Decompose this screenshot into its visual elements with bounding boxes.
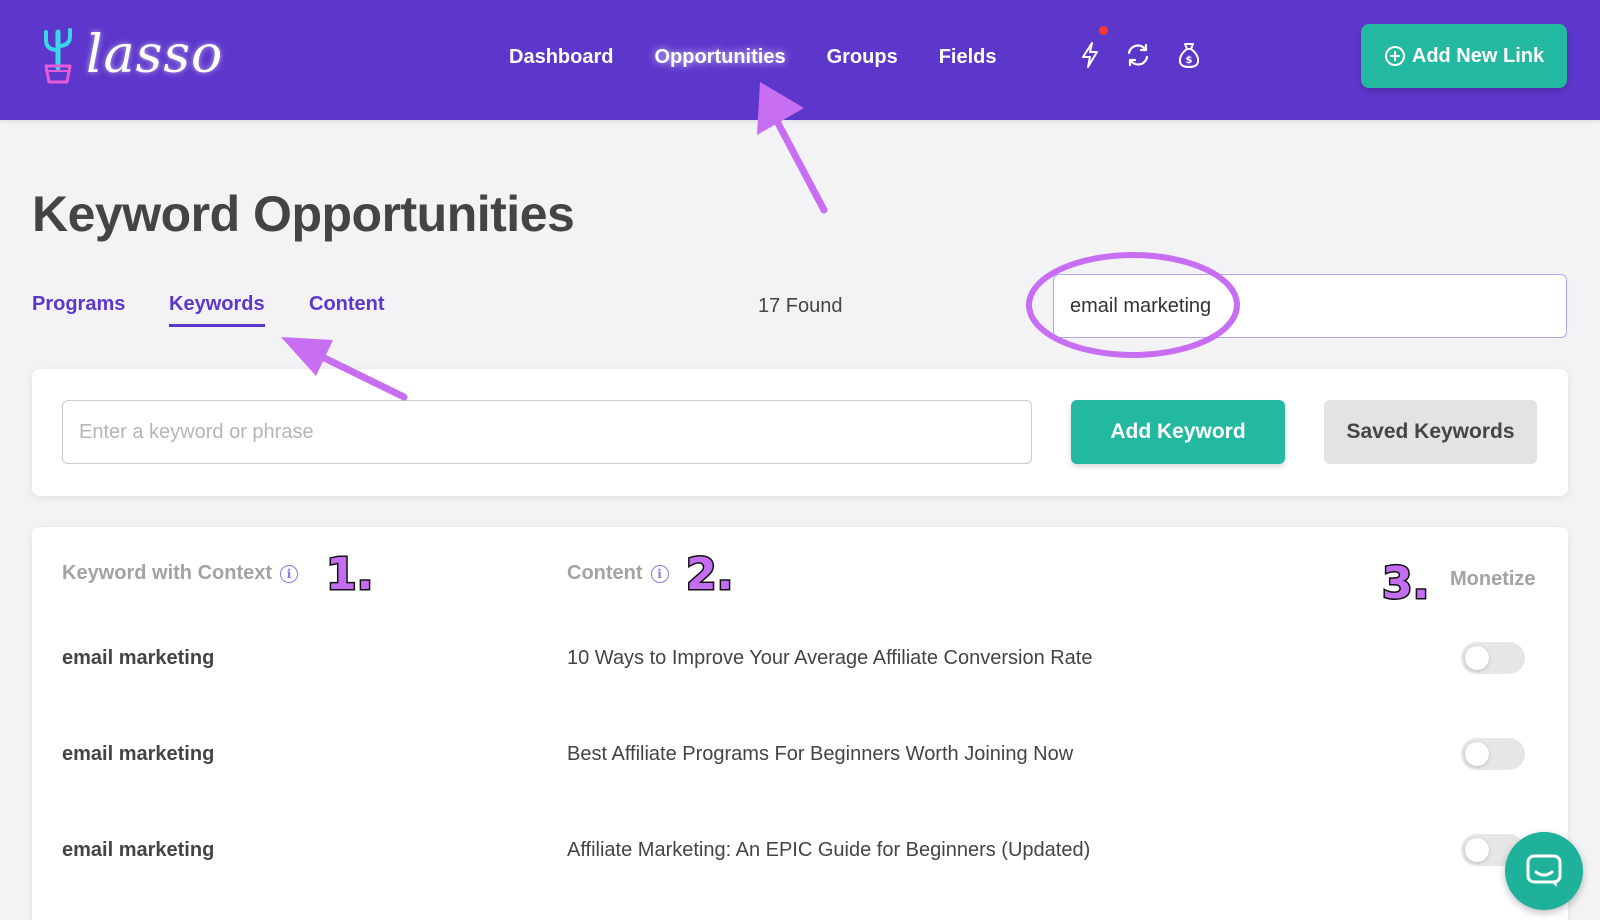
annotation-number-2: 2. — [684, 549, 734, 600]
add-new-link-label: Add New Link — [1411, 44, 1545, 67]
nav-groups[interactable]: Groups — [827, 40, 898, 74]
nav-dashboard[interactable]: Dashboard — [509, 40, 613, 74]
tab-programs[interactable]: Programs — [32, 293, 125, 316]
saved-keywords-button[interactable]: Saved Keywords — [1324, 400, 1537, 464]
column-header-keyword: Keyword with Context i — [62, 562, 299, 585]
annotation-number-3: 3. — [1380, 558, 1430, 609]
money-bag-icon[interactable]: $ — [1174, 40, 1204, 70]
row-content-link[interactable]: Best Affiliate Programs For Beginners Wo… — [567, 743, 1073, 766]
row-keyword: email marketing — [62, 647, 215, 669]
info-icon[interactable]: i — [650, 564, 669, 583]
cactus-logo-icon — [44, 28, 72, 84]
monetize-toggle[interactable] — [1461, 642, 1525, 674]
svg-text:$: $ — [1186, 55, 1193, 66]
column-header-monetize-label: Monetize — [1450, 568, 1536, 590]
row-content-link[interactable]: Affiliate Marketing: An EPIC Guide for B… — [567, 839, 1090, 862]
column-header-content-label: Content — [567, 562, 643, 584]
add-keyword-button[interactable]: Add Keyword — [1071, 400, 1285, 464]
column-header-keyword-label: Keyword with Context — [62, 562, 273, 584]
results-count: 17 Found — [758, 295, 843, 317]
notification-dot — [1097, 24, 1110, 37]
add-new-link-button[interactable]: Add New Link — [1361, 24, 1567, 88]
lasso-logo[interactable]: lasso — [36, 24, 223, 86]
row-keyword: email marketing — [62, 839, 215, 861]
chat-icon — [1526, 854, 1562, 887]
top-navigation-bar: lasso Dashboard Opportunities Groups Fie… — [0, 0, 1600, 120]
nav-fields[interactable]: Fields — [939, 40, 997, 74]
tab-keywords[interactable]: Keywords — [169, 293, 265, 327]
row-content-link[interactable]: 10 Ways to Improve Your Average Affiliat… — [567, 647, 1093, 670]
keyword-input[interactable] — [62, 400, 1032, 464]
nav-opportunities[interactable]: Opportunities — [654, 40, 785, 74]
toggle-knob — [1465, 646, 1489, 670]
tab-content[interactable]: Content — [309, 293, 385, 316]
lightning-icon[interactable] — [1075, 40, 1105, 70]
column-header-content: Content i — [567, 562, 669, 585]
row-keyword: email marketing — [62, 743, 215, 765]
plus-circle-icon — [1384, 46, 1405, 66]
info-icon[interactable]: i — [280, 564, 299, 583]
monetize-toggle[interactable] — [1461, 738, 1525, 770]
refresh-icon[interactable] — [1123, 40, 1153, 70]
main-nav: Dashboard Opportunities Groups Fields — [509, 40, 1038, 74]
annotation-number-1: 1. — [324, 549, 374, 600]
toggle-knob — [1465, 838, 1489, 862]
chat-widget-button[interactable] — [1505, 832, 1583, 910]
toggle-knob — [1465, 742, 1489, 766]
column-header-monetize: Monetize — [1450, 568, 1536, 591]
search-input[interactable] — [1053, 274, 1567, 338]
page-title: Keyword Opportunities — [32, 186, 575, 242]
logo-wordmark: lasso — [86, 25, 224, 85]
